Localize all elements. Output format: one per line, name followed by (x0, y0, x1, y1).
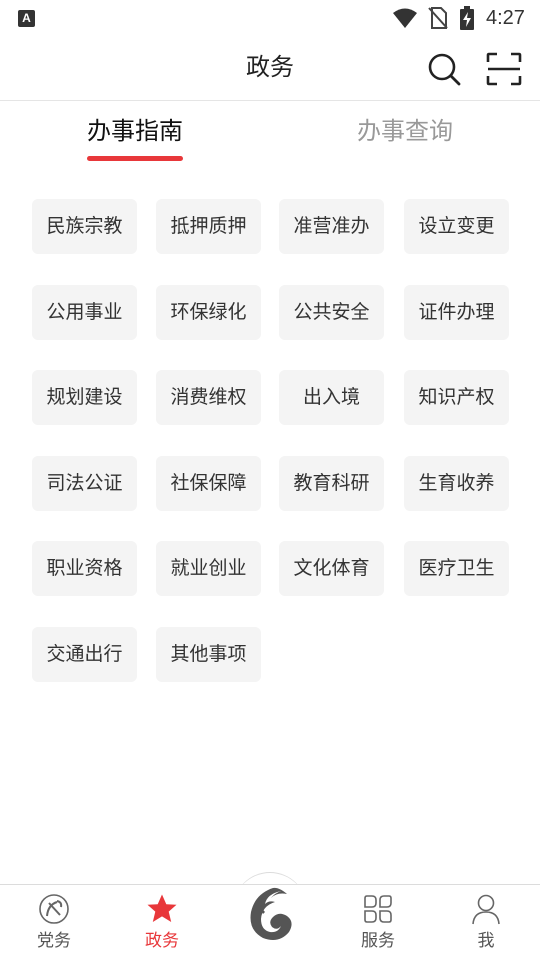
nav-item-services[interactable]: 服务 (324, 885, 432, 960)
category-item[interactable]: 民族宗教 (32, 199, 137, 254)
tab-query[interactable]: 办事查询 (345, 114, 465, 162)
category-item[interactable]: 生育收养 (404, 456, 509, 511)
category-item[interactable]: 环保绿化 (156, 285, 261, 340)
services-grid-icon (364, 895, 392, 923)
person-icon (472, 894, 500, 925)
no-sim-icon (428, 7, 448, 29)
category-item[interactable]: 公共安全 (279, 285, 384, 340)
status-bar: A 4:27 (0, 0, 540, 36)
scan-icon[interactable] (486, 52, 522, 86)
nav-item-government[interactable]: 政务 (108, 885, 216, 960)
category-item[interactable]: 准营准办 (279, 199, 384, 254)
category-item[interactable]: 交通出行 (32, 627, 137, 682)
category-item[interactable]: 司法公证 (32, 456, 137, 511)
accessibility-icon: A (18, 10, 35, 27)
status-time: 4:27 (486, 7, 525, 29)
category-item[interactable]: 公用事业 (32, 285, 137, 340)
nav-item-me[interactable]: 我 (432, 885, 540, 960)
category-item[interactable]: 就业创业 (156, 541, 261, 596)
nav-item-party[interactable]: 党务 (0, 885, 108, 960)
nav-label: 党务 (37, 931, 71, 951)
app-logo-icon[interactable] (241, 884, 299, 944)
tab-bar: 办事指南 办事查询 (0, 102, 540, 168)
nav-label: 我 (477, 931, 495, 951)
category-item[interactable]: 医疗卫生 (404, 541, 509, 596)
tab-active-indicator (87, 156, 183, 161)
category-item[interactable]: 其他事项 (156, 627, 261, 682)
nav-label: 服务 (361, 931, 395, 951)
category-item[interactable]: 抵押质押 (156, 199, 261, 254)
category-item[interactable]: 文化体育 (279, 541, 384, 596)
star-icon (147, 894, 177, 922)
battery-charging-icon (460, 6, 474, 30)
category-item[interactable]: 出入境 (279, 370, 384, 425)
category-item[interactable]: 职业资格 (32, 541, 137, 596)
category-item[interactable]: 社保保障 (156, 456, 261, 511)
nav-label: 政务 (145, 931, 179, 951)
category-item[interactable]: 消费维权 (156, 370, 261, 425)
category-item[interactable]: 设立变更 (404, 199, 509, 254)
category-item[interactable]: 规划建设 (32, 370, 137, 425)
category-item[interactable]: 证件办理 (404, 285, 509, 340)
wifi-icon (393, 8, 417, 28)
category-item[interactable]: 教育科研 (279, 456, 384, 511)
category-item[interactable]: 知识产权 (404, 370, 509, 425)
header: 政务 (0, 36, 540, 101)
search-icon[interactable] (426, 51, 462, 87)
tab-guide[interactable]: 办事指南 (75, 114, 195, 162)
party-emblem-icon (39, 894, 69, 924)
